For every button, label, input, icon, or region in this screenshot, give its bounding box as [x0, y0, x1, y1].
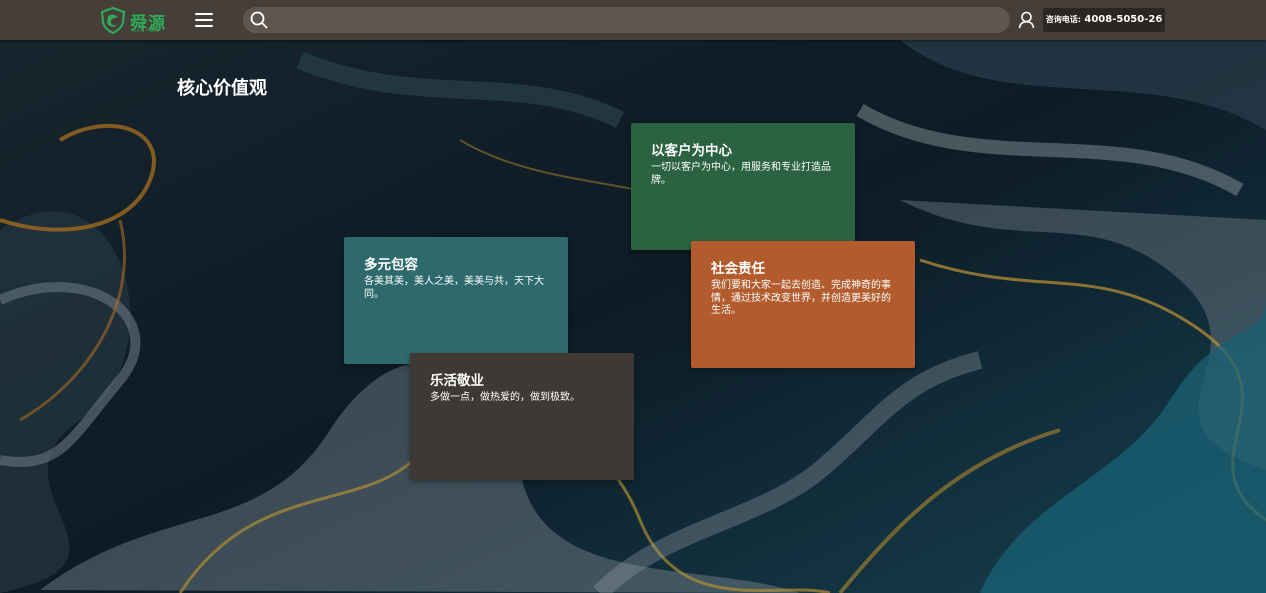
card-title: 社会责任 [711, 261, 765, 277]
card-description: 多做一点，做热爱的，做到极致。 [430, 392, 580, 403]
hotline-label: 咨询电话: [1045, 15, 1081, 24]
card-title: 以客户为中心 [651, 143, 732, 159]
value-card-customer: 以客户为中心 一切以客户为中心，用服务和专业打造品牌。 [631, 123, 855, 250]
hotline-number: 4008-5050-26 [1084, 14, 1163, 25]
hotline-badge[interactable]: 咨询电话: 4008-5050-26 [1043, 8, 1165, 32]
card-title: 乐活敬业 [430, 373, 484, 389]
card-description: 我们要和大家一起去创造、完成神奇的事情，通过技术改变世界，并创造更美好的生活。 [711, 280, 891, 316]
value-card-social: 社会责任 我们要和大家一起去创造、完成神奇的事情，通过技术改变世界，并创造更美好… [691, 241, 915, 368]
section-title: 核心价值观 [177, 78, 267, 99]
brand-logo[interactable]: 舜源 SHUN YUAN [99, 5, 167, 35]
shield-logo-icon [100, 6, 126, 34]
card-description: 各美其美，美人之美，美美与共，天下大同。 [364, 276, 544, 300]
search-icon[interactable] [250, 11, 268, 29]
value-card-diverse: 多元包容 各美其美，美人之美，美美与共，天下大同。 [344, 237, 568, 364]
top-navbar: 舜源 SHUN YUAN 咨询电话: 4008-5050-26 [0, 0, 1266, 40]
user-icon[interactable] [1018, 11, 1035, 29]
logo-subtext: SHUN YUAN [132, 28, 159, 33]
hamburger-menu-icon[interactable] [195, 10, 213, 30]
value-card-joy: 乐活敬业 多做一点，做热爱的，做到极致。 [410, 353, 634, 480]
card-title: 多元包容 [364, 257, 418, 273]
card-description: 一切以客户为中心，用服务和专业打造品牌。 [651, 162, 831, 186]
search-input[interactable] [275, 7, 999, 35]
